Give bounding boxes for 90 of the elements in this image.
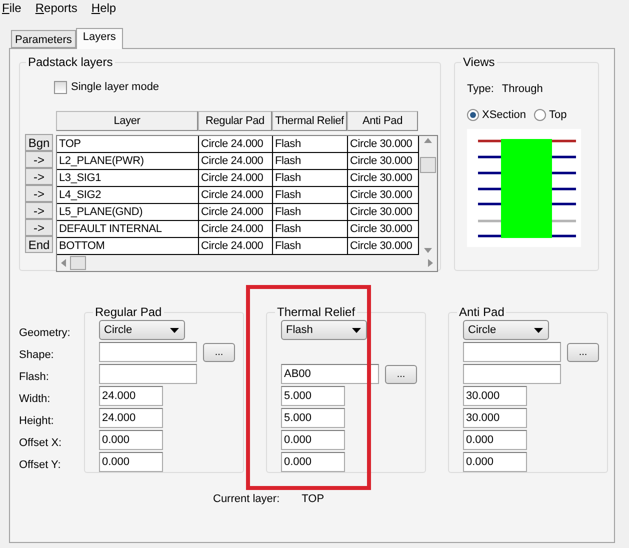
table-cell: Flash (273, 136, 348, 153)
value-field[interactable]: 0.000 (281, 452, 345, 472)
value-field[interactable]: 30.000 (463, 386, 527, 406)
group-title: Thermal Relief (276, 305, 356, 319)
browse-button[interactable]: ... (203, 342, 235, 362)
row-button[interactable]: -> (25, 151, 53, 168)
group-title: Padstack layers (27, 55, 114, 69)
menu-item[interactable]: File (2, 1, 22, 15)
type-value: Through (502, 83, 543, 95)
row-button[interactable]: -> (25, 168, 53, 185)
checkbox[interactable] (54, 80, 67, 94)
scroll-left-icon[interactable] (61, 259, 66, 267)
table-cell: DEFAULT INTERNAL (57, 221, 199, 238)
vertical-scrollbar[interactable] (419, 136, 437, 255)
geometry-dropdown[interactable]: Circle (99, 320, 185, 340)
scroll-right-icon[interactable] (428, 259, 433, 267)
value-field[interactable]: 0.000 (463, 430, 527, 450)
table-cell: Circle 24.000 (199, 170, 273, 187)
scroll-thumb[interactable] (70, 256, 86, 270)
caret-icon (170, 328, 179, 332)
group-title: Regular Pad (94, 305, 163, 319)
scroll-up-icon[interactable] (424, 138, 432, 143)
radio-label: XSection (482, 109, 526, 121)
table-cell: Circle 24.000 (199, 204, 273, 221)
radio-label: Top (549, 109, 567, 121)
row-button[interactable]: -> (25, 202, 53, 219)
value-field[interactable]: 5.000 (281, 386, 345, 406)
table-cell: L5_PLANE(GND) (57, 204, 199, 221)
tab[interactable]: Parameters (11, 30, 76, 48)
group-title: Views (462, 55, 496, 69)
tab[interactable]: Layers (76, 28, 123, 49)
column-header[interactable]: Thermal Relief (272, 111, 347, 131)
row-button[interactable]: -> (25, 219, 53, 236)
radio-button[interactable] (534, 109, 546, 121)
scroll-down-icon[interactable] (424, 248, 432, 253)
table-cell: Circle 24.000 (199, 153, 273, 170)
table-cell: Circle 24.000 (199, 136, 273, 153)
table-cell: Flash (273, 170, 348, 187)
caret-icon (534, 328, 543, 332)
column-header[interactable]: Layer (56, 111, 198, 131)
menu-item[interactable]: Help (91, 1, 116, 15)
value-field[interactable]: 30.000 (463, 408, 527, 428)
value-field[interactable]: 5.000 (281, 408, 345, 428)
table-cell: Flash (273, 153, 348, 170)
column-header[interactable]: Regular Pad (198, 111, 272, 131)
geometry-dropdown[interactable]: Circle (463, 320, 549, 340)
shape-field[interactable] (99, 342, 197, 362)
table-cell: Flash (273, 187, 348, 204)
checkbox-label: Single layer mode (71, 81, 160, 93)
field-label: Offset Y: (19, 458, 62, 473)
field-label: Offset X: (19, 436, 63, 451)
row-button[interactable]: Bgn (25, 134, 53, 151)
flash-field[interactable] (463, 364, 561, 384)
row-button[interactable]: End (25, 236, 53, 253)
menu-item[interactable]: Reports (35, 1, 78, 15)
browse-button[interactable]: ... (385, 364, 417, 384)
table-cell: L3_SIG1 (57, 170, 199, 187)
table-cell: Circle 24.000 (199, 221, 273, 238)
group-title: Anti Pad (458, 305, 506, 319)
table-cell: Circle 24.000 (199, 187, 273, 204)
field-label: Height: (19, 414, 55, 429)
value-field[interactable]: 24.000 (99, 408, 163, 428)
shape-field[interactable] (463, 342, 561, 362)
field-label: Shape: (19, 348, 55, 363)
scroll-thumb[interactable] (420, 156, 436, 172)
table-cell: L4_SIG2 (57, 187, 199, 204)
flash-field[interactable]: AB00 (281, 364, 379, 384)
type-label: Type: (467, 83, 494, 95)
browse-button[interactable]: ... (567, 342, 599, 362)
radio-button[interactable] (467, 109, 479, 121)
current-layer-value: TOP (302, 493, 324, 505)
table-cell: Flash (273, 204, 348, 221)
column-header[interactable]: Anti Pad (347, 111, 418, 131)
current-layer-label: Current layer: (213, 493, 280, 505)
horizontal-scrollbar[interactable] (57, 255, 437, 271)
field-label: Width: (19, 392, 52, 407)
caret-icon (352, 328, 361, 332)
table-cell: L2_PLANE(PWR) (57, 153, 199, 170)
value-field[interactable]: 0.000 (99, 452, 163, 472)
value-field[interactable]: 0.000 (281, 430, 345, 450)
table-cell: TOP (57, 136, 199, 153)
value-field[interactable]: 0.000 (463, 452, 527, 472)
value-field[interactable]: 24.000 (99, 386, 163, 406)
value-field[interactable]: 0.000 (99, 430, 163, 450)
row-button[interactable]: -> (25, 185, 53, 202)
geometry-dropdown[interactable]: Flash (281, 320, 367, 340)
field-label: Flash: (19, 370, 50, 385)
flash-field[interactable] (99, 364, 197, 384)
field-label: Geometry: (19, 326, 72, 341)
table-cell: Flash (273, 221, 348, 238)
